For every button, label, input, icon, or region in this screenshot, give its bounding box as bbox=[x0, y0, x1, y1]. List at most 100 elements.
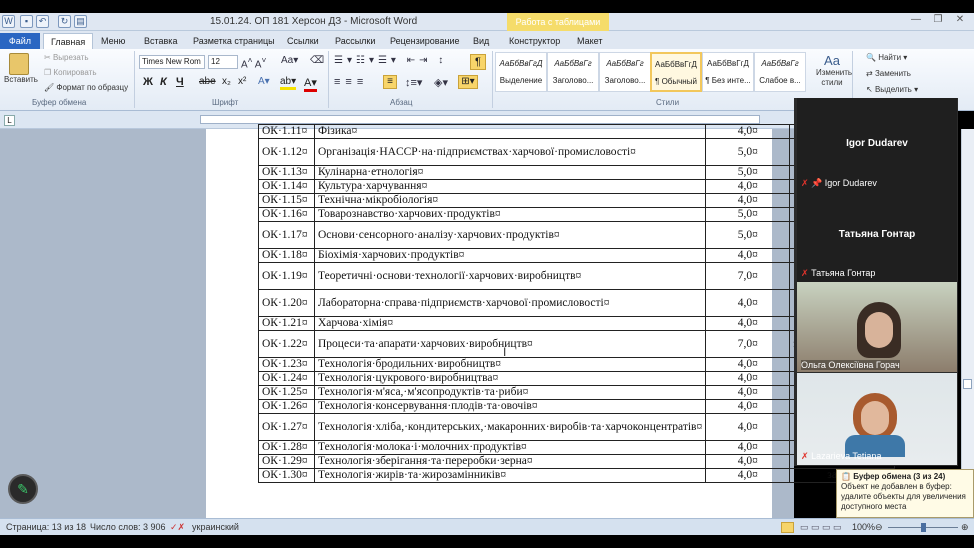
font-size-box[interactable]: 12 bbox=[208, 55, 238, 69]
table-cell-name[interactable]: Культура·харчування¤ bbox=[313, 179, 707, 194]
change-styles-button[interactable]: Aa Изменить стили bbox=[816, 53, 852, 88]
align-icons[interactable]: ≡≡≡ bbox=[334, 76, 368, 88]
strikethrough-icon[interactable]: abe bbox=[199, 76, 216, 87]
undo-icon[interactable]: ↶ bbox=[36, 15, 49, 28]
table-cell-code[interactable]: ОК·1.17¤ bbox=[258, 221, 315, 249]
table-cell-name[interactable]: Технічна·мікробіологія¤ bbox=[313, 193, 707, 208]
tab-file[interactable]: Файл bbox=[0, 33, 40, 49]
table-cell-name[interactable]: Кулінарна·етнологія¤ bbox=[313, 165, 707, 180]
style-no-spacing[interactable]: АаБбВвГгД ¶ Без инте... bbox=[702, 52, 754, 92]
clear-format-icon[interactable]: ⌫ bbox=[310, 55, 324, 66]
table-cell-credits[interactable]: 4,0¤ bbox=[705, 179, 791, 194]
zoom-in-icon[interactable]: ⊕ bbox=[961, 522, 969, 533]
text-effects-icon[interactable]: A▾ bbox=[258, 76, 270, 87]
style-heading-1[interactable]: АаБбВвГг Заголово... bbox=[547, 52, 599, 92]
vertical-scrollbar[interactable] bbox=[961, 129, 974, 518]
participant-tile-tatiana[interactable]: Татьяна Гонтар ✗ Татьяна Гонтар bbox=[797, 189, 957, 282]
table-cell-name[interactable]: Фізика¤ bbox=[313, 124, 707, 139]
borders-icon[interactable]: ⊞▾ bbox=[458, 75, 478, 89]
table-cell-code[interactable]: ОК·1.23¤ bbox=[258, 357, 315, 372]
table-cell-code[interactable]: ОК·1.30¤ bbox=[258, 468, 315, 483]
table-cell-name[interactable]: Процеси·та·апарати·харчових·виробництв¤ bbox=[313, 330, 707, 358]
style-emphasis[interactable]: АаБбВвГгД Выделение bbox=[495, 52, 547, 92]
restore-icon[interactable]: ❐ bbox=[930, 14, 946, 28]
font-name-box[interactable]: Times New Rom bbox=[139, 55, 205, 69]
table-cell-name[interactable]: Харчова·хімія¤ bbox=[313, 316, 707, 331]
table-cell-code[interactable]: ОК·1.13¤ bbox=[258, 165, 315, 180]
tab-mailings[interactable]: Рассылки bbox=[328, 33, 382, 49]
table-cell-code[interactable]: ОК·1.16¤ bbox=[258, 207, 315, 222]
tab-menu[interactable]: Меню bbox=[94, 33, 132, 49]
paste-button[interactable]: Вставить bbox=[4, 53, 38, 93]
format-painter-button[interactable]: 🖌 Формат по образцу bbox=[44, 83, 128, 92]
select-button[interactable]: ↖ Выделить ▾ bbox=[866, 85, 918, 94]
table-cell-name[interactable]: Технологія·цукрового·виробництва¤ bbox=[313, 371, 707, 386]
table-cell-code[interactable]: ОК·1.27¤ bbox=[258, 413, 315, 441]
bold-icon[interactable]: Ж bbox=[143, 76, 153, 88]
underline-icon[interactable]: Ч bbox=[176, 76, 184, 88]
tab-view[interactable]: Вид bbox=[466, 33, 496, 49]
tab-review[interactable]: Рецензирование bbox=[383, 33, 467, 49]
close-icon[interactable]: ✕ bbox=[952, 14, 968, 28]
find-button[interactable]: 🔍 Найти ▾ bbox=[866, 53, 907, 62]
table-cell-code[interactable]: ОК·1.21¤ bbox=[258, 316, 315, 331]
shading-icon[interactable]: ◈▾ bbox=[434, 76, 448, 89]
proofing-icon[interactable]: ✓✗ bbox=[170, 522, 185, 533]
participant-video-olga[interactable]: Ольга Олексіївна Горач bbox=[797, 282, 957, 372]
zoom-out-icon[interactable]: ⊖ bbox=[875, 522, 883, 533]
tab-design[interactable]: Конструктор bbox=[502, 33, 567, 49]
word-icon[interactable]: W bbox=[2, 15, 15, 28]
copy-button[interactable]: ❐ Копировать bbox=[44, 68, 96, 77]
table-cell-credits[interactable]: 4,0¤ bbox=[705, 124, 791, 139]
italic-icon[interactable]: К bbox=[160, 76, 167, 88]
minimize-icon[interactable]: — bbox=[908, 14, 924, 28]
tab-page-layout[interactable]: Разметка страницы bbox=[186, 33, 282, 49]
style-subtle-emphasis[interactable]: АаБбВвГг Слабое в... bbox=[754, 52, 806, 92]
table-cell-name[interactable]: Технологія·жирів·та·жирозамінників¤ bbox=[313, 468, 707, 483]
table-cell-code[interactable]: ОК·1.25¤ bbox=[258, 385, 315, 400]
font-color-icon[interactable]: A▾ bbox=[304, 76, 317, 92]
table-cell-code[interactable]: ОК·1.11¤ bbox=[258, 124, 315, 139]
table-cell-credits[interactable]: 5,0¤ bbox=[705, 221, 791, 249]
table-cell-credits[interactable]: 4,0¤ bbox=[705, 399, 791, 414]
line-spacing-icon[interactable]: ↕≡▾ bbox=[405, 76, 422, 89]
participant-tile-igor[interactable]: Igor Dudarev ✗ 📌 Igor Dudarev bbox=[797, 98, 957, 193]
cut-button[interactable]: ✂ Вырезать bbox=[44, 53, 89, 62]
tab-selector-icon[interactable]: L bbox=[4, 115, 15, 126]
table-cell-name[interactable]: Організація·HACCP·на·підприємствах·харчо… bbox=[313, 138, 707, 166]
table-cell-name[interactable]: Біохімія·харчових·продуктів¤ bbox=[313, 248, 707, 263]
table-cell-name[interactable]: Технологія·хліба,·кондитерських,·макарон… bbox=[313, 413, 707, 441]
annotate-pen-button[interactable]: ✎ bbox=[8, 474, 38, 504]
save-icon[interactable]: ▪ bbox=[20, 15, 33, 28]
replace-button[interactable]: ⇄ Заменить bbox=[866, 69, 911, 78]
table-cell-credits[interactable]: 4,0¤ bbox=[705, 289, 791, 317]
justify-icon[interactable]: ≡ bbox=[383, 75, 397, 89]
table-cell-name[interactable]: Товарознавство·харчових·продуктів¤ bbox=[313, 207, 707, 222]
table-cell-code[interactable]: ОК·1.29¤ bbox=[258, 454, 315, 469]
table-cell-credits[interactable]: 4,0¤ bbox=[705, 454, 791, 469]
table-cell-credits[interactable]: 4,0¤ bbox=[705, 468, 791, 483]
highlight-icon[interactable]: ab▾ bbox=[280, 76, 297, 90]
table-cell-code[interactable]: ОК·1.26¤ bbox=[258, 399, 315, 414]
table-cell-credits[interactable]: 4,0¤ bbox=[705, 385, 791, 400]
table-cell-code[interactable]: ОК·1.14¤ bbox=[258, 179, 315, 194]
ruler-scale[interactable] bbox=[200, 115, 760, 124]
table-cell-credits[interactable]: 5,0¤ bbox=[705, 138, 791, 166]
table-cell-code[interactable]: ОК·1.20¤ bbox=[258, 289, 315, 317]
tab-references[interactable]: Ссылки bbox=[280, 33, 326, 49]
view-mode-icons[interactable]: ▭ ▭ ▭ ▭ bbox=[800, 522, 842, 533]
table-cell-code[interactable]: ОК·1.28¤ bbox=[258, 440, 315, 455]
tab-insert[interactable]: Вставка bbox=[137, 33, 184, 49]
table-cell-code[interactable]: ОК·1.22¤ bbox=[258, 330, 315, 358]
change-case-icon[interactable]: Aa▾ bbox=[281, 55, 298, 66]
table-cell-name[interactable]: Технологія·консервування·плодів·та·овочі… bbox=[313, 399, 707, 414]
table-cell-credits[interactable]: 4,0¤ bbox=[705, 413, 791, 441]
redo-icon[interactable]: ↻ bbox=[58, 15, 71, 28]
table-cell-name[interactable]: Технологія·зберігання·та·переробки·зерна… bbox=[313, 454, 707, 469]
table-cell-credits[interactable]: 4,0¤ bbox=[705, 248, 791, 263]
page-count[interactable]: Страница: 13 из 18 bbox=[6, 522, 86, 532]
table-cell-credits[interactable]: 7,0¤ bbox=[705, 262, 791, 290]
superscript-icon[interactable]: x² bbox=[238, 76, 246, 87]
table-cell-credits[interactable]: 4,0¤ bbox=[705, 193, 791, 208]
list-icons[interactable]: ☰▾☷▾☰▾ ⇤⇥ ↕ bbox=[334, 55, 447, 66]
